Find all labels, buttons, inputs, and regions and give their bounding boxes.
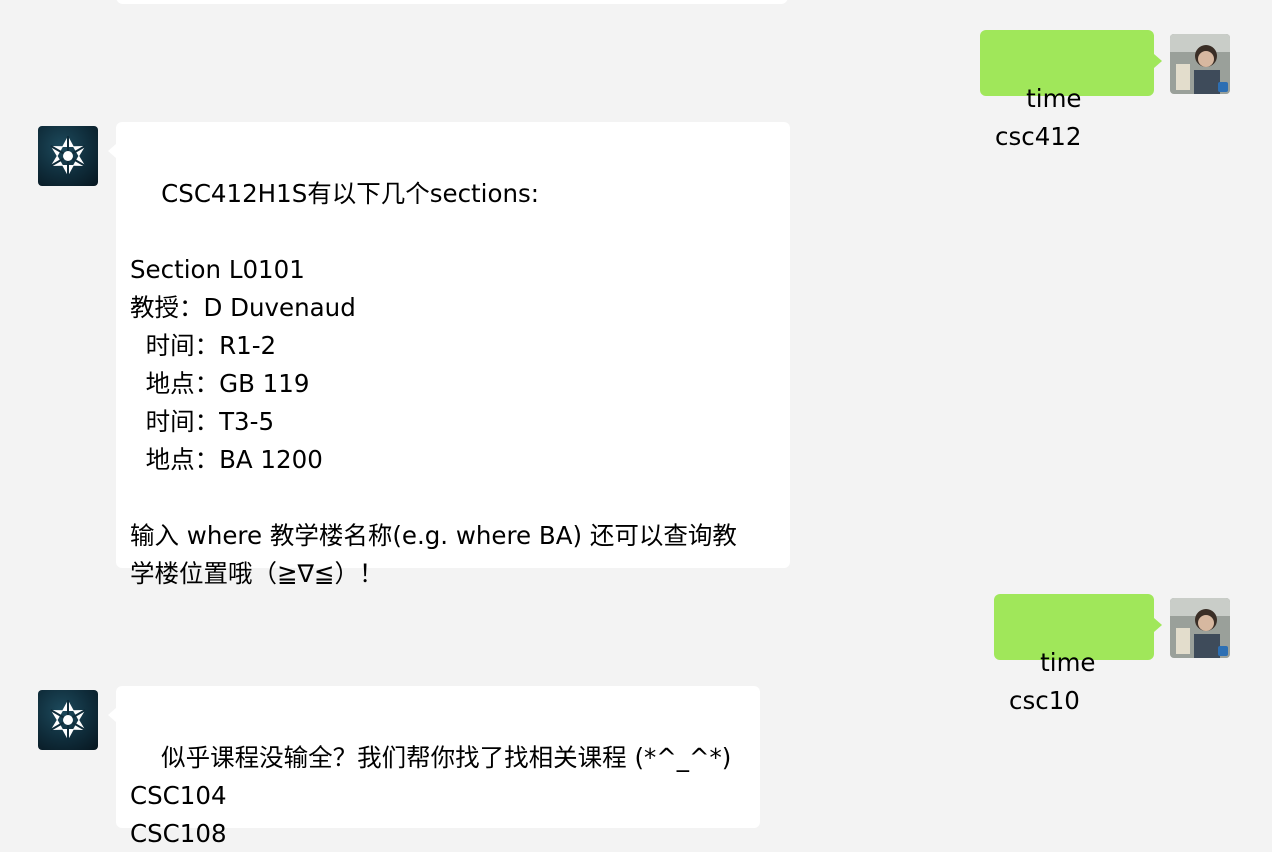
user-photo-avatar <box>1170 34 1230 94</box>
message-text: time csc10 <box>1009 648 1104 715</box>
bot-message-bubble[interactable]: CSC412H1S有以下几个sections: Section L0101 教授… <box>108 122 790 588</box>
bot-avatar[interactable] <box>38 690 98 750</box>
previous-message-bubble <box>116 0 788 4</box>
message-text: CSC412H1S有以下几个sections: Section L0101 教授… <box>130 179 737 588</box>
user-avatar[interactable] <box>1170 34 1230 94</box>
bot-avatar[interactable] <box>38 126 98 186</box>
user-message-bubble[interactable]: time csc10 <box>994 594 1162 715</box>
message-text: 似乎课程没输全？我们帮你找了找相关课程 (*^_^*) CSC104 CSC10… <box>130 743 732 848</box>
user-photo-avatar <box>1170 598 1230 658</box>
bot-message-bubble[interactable]: 似乎课程没输全？我们帮你找了找相关课程 (*^_^*) CSC104 CSC10… <box>108 686 760 848</box>
snowflake-logo-icon <box>50 700 86 740</box>
user-avatar[interactable] <box>1170 598 1230 658</box>
snowflake-logo-icon <box>50 136 86 176</box>
chat-window: time csc412 CSC412H1S有以下几个sections: Sect… <box>0 0 1272 852</box>
user-message-bubble[interactable]: time csc412 <box>980 30 1162 151</box>
message-text: time csc412 <box>995 84 1090 151</box>
